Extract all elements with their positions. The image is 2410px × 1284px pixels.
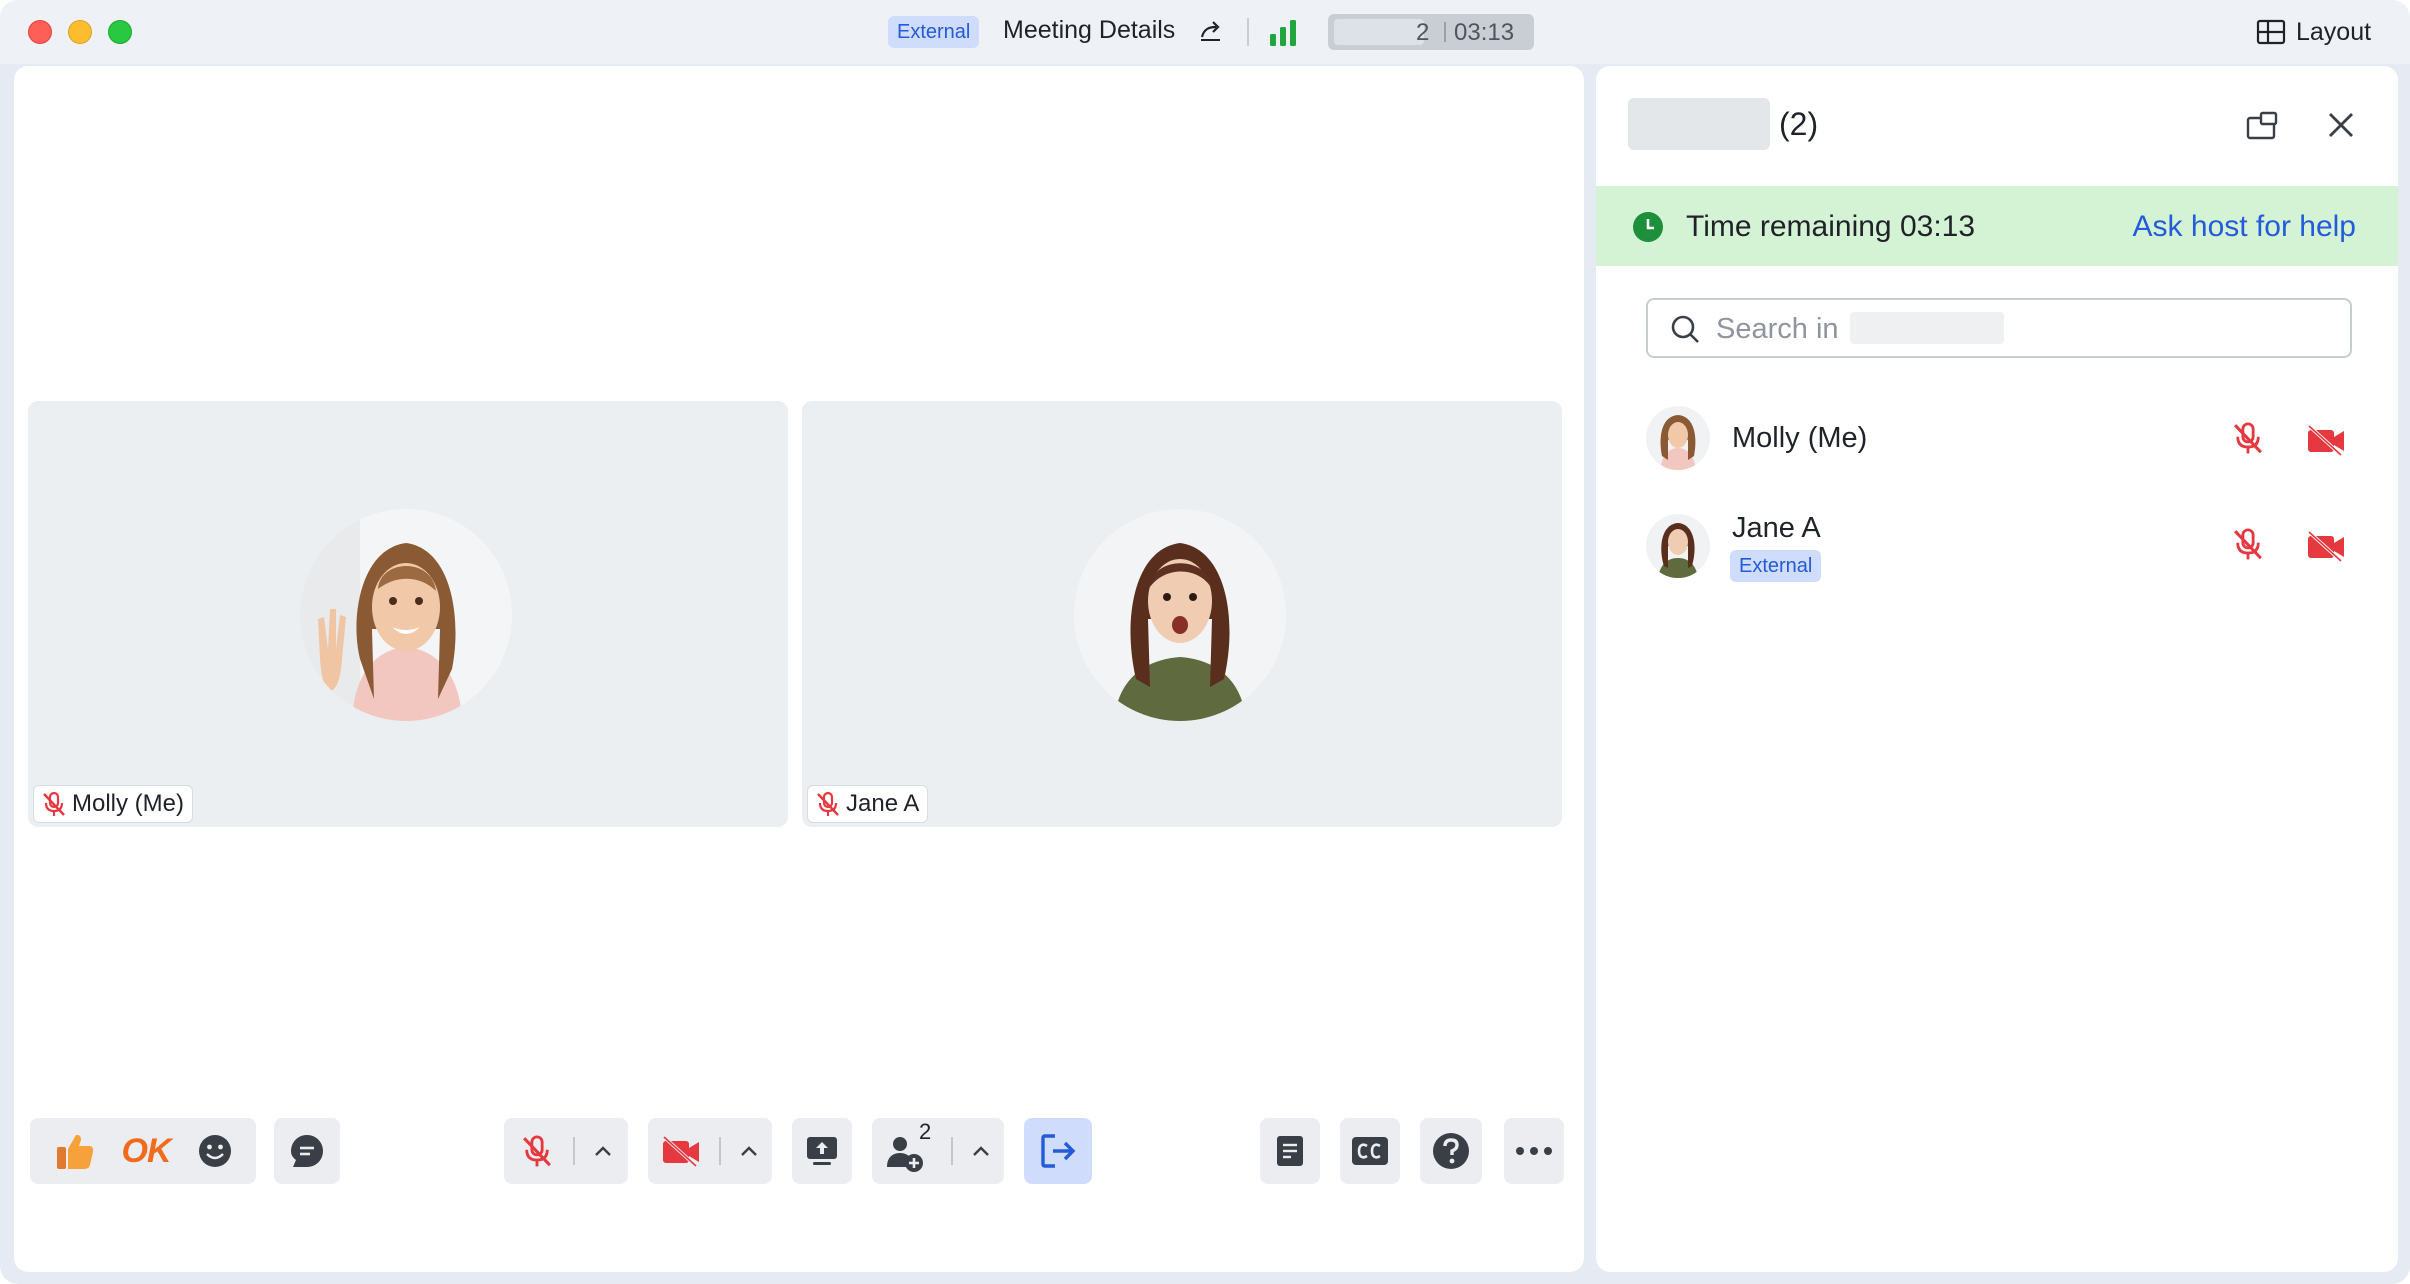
more-icon (1516, 1147, 1552, 1155)
camera-separator (719, 1137, 721, 1165)
leave-icon (1041, 1134, 1076, 1168)
close-icon[interactable] (2326, 110, 2356, 140)
share-screen-icon (807, 1137, 837, 1165)
external-badge: External (888, 16, 980, 48)
chat-button[interactable] (274, 1118, 340, 1184)
chevron-up-icon[interactable] (971, 1144, 991, 1158)
panel-title-redacted (1628, 98, 1770, 150)
emoji-icon[interactable] (197, 1133, 233, 1169)
share-icon[interactable] (1198, 17, 1224, 43)
camera-off-icon[interactable] (2306, 422, 2346, 458)
chat-icon (291, 1135, 323, 1167)
chevron-up-icon[interactable] (739, 1144, 759, 1158)
search-scope-redacted (1850, 312, 2004, 344)
minimize-window-button[interactable] (68, 20, 92, 44)
notes-icon (1277, 1136, 1303, 1166)
external-badge: External (1730, 550, 1822, 582)
timer-divider (1444, 22, 1446, 42)
signal-strength-icon[interactable] (1268, 18, 1300, 46)
participant-name: Molly (Me) (1732, 422, 1868, 454)
participants-separator (951, 1137, 953, 1165)
participant-row-molly[interactable]: Molly (Me) (1646, 406, 2352, 476)
tile-name-jane: Jane A (846, 790, 920, 817)
name-tag-molly: Molly (Me) (33, 785, 193, 823)
layout-label: Layout (2296, 17, 2372, 46)
chevron-up-icon[interactable] (593, 1144, 613, 1158)
clock-icon (1633, 212, 1663, 242)
avatar-jane (1074, 509, 1286, 721)
search-icon (1671, 315, 1699, 343)
mic-muted-icon[interactable] (519, 1132, 555, 1170)
participant-name: Jane A (1732, 512, 1821, 544)
mic-separator (573, 1137, 575, 1165)
participants-count-badge: 2 (919, 1119, 932, 1144)
leave-meeting-button[interactable] (1024, 1118, 1092, 1184)
mic-muted-icon (817, 791, 839, 816)
avatar-molly (300, 509, 512, 721)
thumbs-up-icon[interactable] (54, 1131, 96, 1171)
captions-button[interactable] (1340, 1118, 1400, 1184)
time-remaining-banner: Time remaining 03:13 Ask host for help (1596, 186, 2398, 266)
meeting-details-link[interactable]: Meeting Details (1003, 16, 1175, 45)
notes-button[interactable] (1260, 1118, 1320, 1184)
grid-layout-icon (2256, 19, 2286, 45)
video-tile-jane[interactable]: Jane A (802, 401, 1562, 827)
title-separator (1247, 18, 1249, 46)
camera-off-icon[interactable] (661, 1134, 701, 1168)
more-options-button[interactable] (1504, 1118, 1564, 1184)
participant-count: 2 (1416, 19, 1430, 46)
help-button[interactable] (1420, 1118, 1482, 1184)
avatar-molly-small (1646, 406, 1710, 470)
participant-row-jane[interactable]: Jane A External (1646, 512, 2352, 584)
participant-search-input[interactable]: Search in (1646, 298, 2352, 358)
ask-host-help-link[interactable]: Ask host for help (2133, 210, 2356, 244)
participants-panel: (2) Time remaining 03:13 Ask host for he… (1596, 66, 2398, 1272)
camera-control (648, 1118, 772, 1184)
closed-captions-icon (1352, 1137, 1388, 1165)
mic-control (504, 1118, 628, 1184)
participants-button[interactable]: 2 (885, 1119, 933, 1172)
panel-participant-count: (2) (1779, 106, 1819, 142)
ok-reaction-button[interactable]: OK (122, 1132, 172, 1171)
participants-control: 2 (872, 1118, 1004, 1184)
meeting-timer[interactable]: 2 03:13 (1328, 14, 1534, 50)
avatar-jane-small (1646, 514, 1710, 578)
title-bar: External Meeting Details 2 03:13 Layout (0, 0, 2410, 64)
search-placeholder: Search in (1716, 313, 1839, 345)
pop-out-icon[interactable] (2246, 110, 2278, 142)
mic-muted-icon[interactable] (2230, 420, 2266, 456)
mic-muted-icon (43, 791, 65, 816)
name-tag-jane: Jane A (807, 785, 929, 823)
meeting-id-redacted (1334, 19, 1424, 45)
mic-muted-icon[interactable] (2230, 526, 2266, 562)
time-remaining-text: Time remaining 03:13 (1686, 210, 1976, 243)
zoom-window-button[interactable] (108, 20, 132, 44)
close-window-button[interactable] (28, 20, 52, 44)
reactions-group: OK (30, 1118, 256, 1184)
camera-off-icon[interactable] (2306, 528, 2346, 564)
share-screen-button[interactable] (792, 1118, 852, 1184)
layout-button[interactable]: Layout (2256, 14, 2371, 50)
timer-value: 03:13 (1454, 19, 1515, 46)
tile-name-molly: Molly (Me) (72, 790, 184, 817)
video-stage: Molly (Me) Jane A (14, 66, 1584, 1272)
meeting-window: External Meeting Details 2 03:13 Layout (0, 0, 2410, 1284)
help-icon (1433, 1133, 1469, 1169)
video-tile-molly[interactable]: Molly (Me) (28, 401, 788, 827)
